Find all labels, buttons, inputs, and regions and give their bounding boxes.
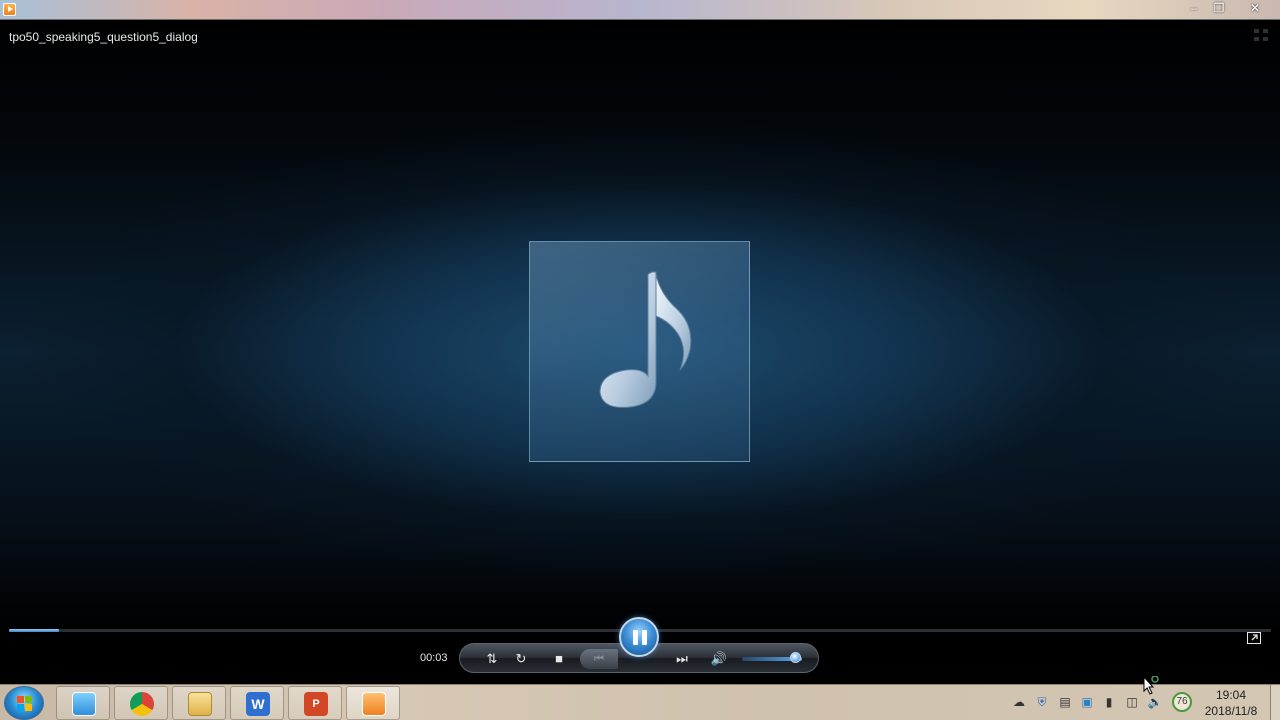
start-button[interactable] [4, 686, 44, 720]
repeat-button[interactable]: ↻ [512, 650, 530, 668]
close-icon: ✕ [1249, 1, 1261, 15]
now-playing-area[interactable]: tpo50_speaking5_question5_dialog 00:03 ⇅… [0, 20, 1280, 684]
file-explorer-icon [188, 692, 212, 716]
fullscreen-icon[interactable] [1254, 29, 1268, 41]
close-button[interactable]: ✕ [1242, 0, 1268, 18]
cloud-icon[interactable]: ☁ [1011, 694, 1027, 710]
media-player-app-icon[interactable] [3, 3, 16, 16]
shuffle-icon: ⇅ [486, 651, 498, 666]
switch-to-library-icon[interactable] [1247, 632, 1261, 644]
network-icon[interactable]: ◫ [1124, 694, 1140, 710]
seek-bar-progress [9, 629, 60, 632]
taskbar-media-player[interactable] [346, 686, 400, 720]
pause-button[interactable] [619, 617, 659, 657]
taskbar-live[interactable] [56, 686, 110, 720]
mouse-cursor-icon [1143, 676, 1159, 695]
live-icon [72, 692, 96, 716]
restore-icon: ❐ [1213, 1, 1225, 15]
window-titlebar: – ❐ ✕ [0, 0, 1280, 20]
previous-icon: ⏮ [594, 653, 604, 665]
minimize-button[interactable]: – [1181, 0, 1207, 18]
show-desktop-button[interactable] [1270, 685, 1280, 720]
album-art [529, 241, 750, 462]
mute-button[interactable]: 🔊 [710, 650, 728, 668]
stop-icon: ■ [555, 651, 563, 666]
music-note-icon [599, 271, 692, 408]
clock-date: 2018/11/8 [1204, 704, 1258, 718]
display-icon[interactable]: ▤ [1057, 694, 1073, 710]
shuffle-button[interactable]: ⇅ [483, 650, 501, 668]
taskbar-chrome[interactable] [114, 686, 168, 720]
taskbar-powerpoint[interactable]: P [288, 686, 342, 720]
volume-slider-handle[interactable] [790, 652, 801, 663]
taskbar: W P ☁ ⛨ ▤ ▣ ▮ ◫ 🔈 76 19:04 2018/11/8 [0, 684, 1280, 720]
usb-icon[interactable]: ▮ [1101, 694, 1117, 710]
previous-button[interactable]: ⏮ [580, 649, 618, 669]
media-player-icon [362, 692, 386, 716]
taskbar-wps[interactable]: W [230, 686, 284, 720]
stop-button[interactable]: ■ [550, 650, 568, 668]
speaker-icon: 🔊 [710, 651, 728, 666]
media-title: tpo50_speaking5_question5_dialog [9, 30, 198, 44]
taskbar-file-explorer[interactable] [172, 686, 226, 720]
next-icon: ⏭ [676, 651, 688, 666]
next-button[interactable]: ⏭ [670, 650, 694, 668]
powerpoint-icon: P [304, 692, 328, 716]
chrome-icon [130, 692, 154, 716]
minimize-icon: – [1190, 1, 1198, 15]
repeat-icon: ↻ [515, 651, 527, 666]
network-app-icon[interactable]: ▣ [1079, 694, 1095, 710]
clock-time: 19:04 [1215, 688, 1247, 702]
clock[interactable]: 19:04 2018/11/8 [1198, 687, 1264, 719]
tray-badge[interactable]: 76 [1172, 692, 1192, 712]
shield-icon[interactable]: ⛨ [1034, 694, 1050, 710]
restore-button[interactable]: ❐ [1206, 0, 1232, 18]
wps-writer-icon: W [246, 692, 270, 716]
volume-icon[interactable]: 🔈 [1147, 694, 1163, 710]
elapsed-time: 00:03 [420, 652, 448, 664]
